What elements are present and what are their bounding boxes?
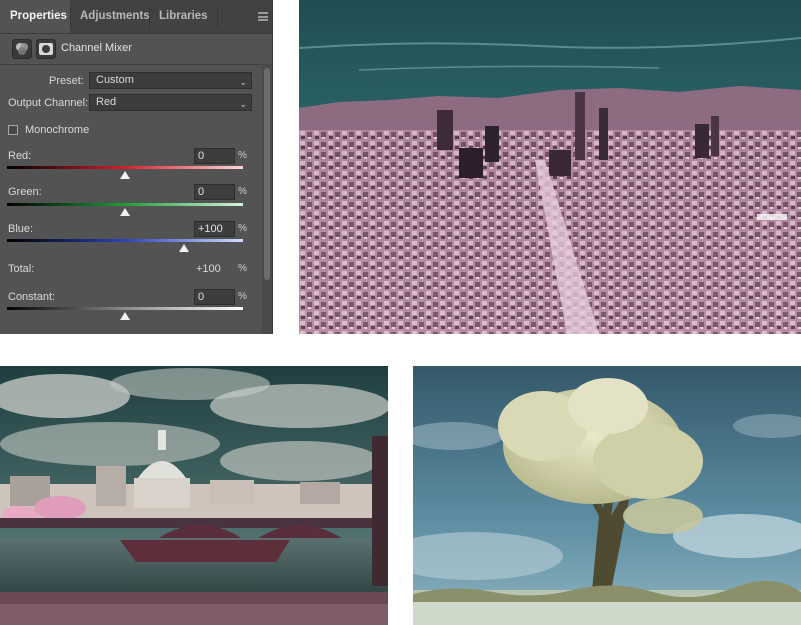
chevron-down-icon: ⌄ [239, 77, 247, 87]
red-slider-track[interactable] [7, 166, 243, 169]
green-slider-thumb[interactable] [120, 208, 130, 216]
monochrome-checkbox[interactable] [8, 125, 18, 135]
panel-menu-icon[interactable] [258, 12, 268, 21]
adjustment-title-bar: Channel Mixer [0, 34, 262, 64]
panel-tab-bar: Properties Adjustments Libraries [0, 0, 272, 34]
tab-properties[interactable]: Properties [0, 0, 70, 33]
preset-dropdown[interactable]: Custom ⌄ [89, 72, 252, 89]
total-value: +100 [196, 263, 221, 275]
tab-adjustments[interactable]: Adjustments [70, 0, 150, 33]
tab-separator [217, 6, 218, 28]
infrared-london-bridge-photo [0, 366, 388, 625]
infrared-tree-photo [413, 366, 801, 625]
green-value-field[interactable]: 0 [194, 184, 235, 200]
constant-unit: % [238, 291, 247, 302]
adjustment-layer-icon[interactable] [12, 39, 32, 59]
total-unit: % [238, 263, 247, 274]
layer-mask-icon[interactable] [36, 39, 56, 59]
constant-slider-thumb[interactable] [120, 312, 130, 320]
properties-panel: Properties Adjustments Libraries Channel… [0, 0, 273, 334]
preset-value: Custom [96, 74, 134, 86]
chevron-down-icon: ⌄ [239, 99, 247, 109]
monochrome-label: Monochrome [25, 124, 90, 136]
total-label: Total: [8, 263, 35, 275]
tab-libraries[interactable]: Libraries [149, 0, 217, 33]
green-slider-track[interactable] [7, 203, 243, 206]
red-unit: % [238, 150, 247, 161]
blue-unit: % [238, 223, 247, 234]
blue-value-field[interactable]: +100 [194, 221, 235, 237]
red-value-field[interactable]: 0 [194, 148, 235, 164]
constant-slider-label: Constant: [8, 291, 56, 303]
infrared-city-skyline-photo [299, 0, 801, 334]
red-slider-thumb[interactable] [120, 171, 130, 179]
scrollbar-thumb[interactable] [264, 68, 270, 280]
blue-slider-track[interactable] [7, 239, 243, 242]
blue-slider-thumb[interactable] [179, 244, 189, 252]
constant-slider-track[interactable] [7, 307, 243, 310]
blue-slider-label: Blue: [8, 223, 34, 235]
output-channel-dropdown[interactable]: Red ⌄ [89, 94, 252, 111]
red-slider-label: Red: [8, 150, 32, 162]
output-channel-label: Output Channel: [8, 97, 89, 109]
green-slider-label: Green: [8, 186, 42, 198]
panel-scrollbar[interactable] [262, 64, 272, 334]
title-divider [0, 64, 262, 65]
output-channel-value: Red [96, 96, 117, 108]
preset-label: Preset: [49, 75, 84, 87]
constant-value-field[interactable]: 0 [194, 289, 235, 305]
green-unit: % [238, 186, 247, 197]
adjustment-title: Channel Mixer [61, 42, 132, 54]
